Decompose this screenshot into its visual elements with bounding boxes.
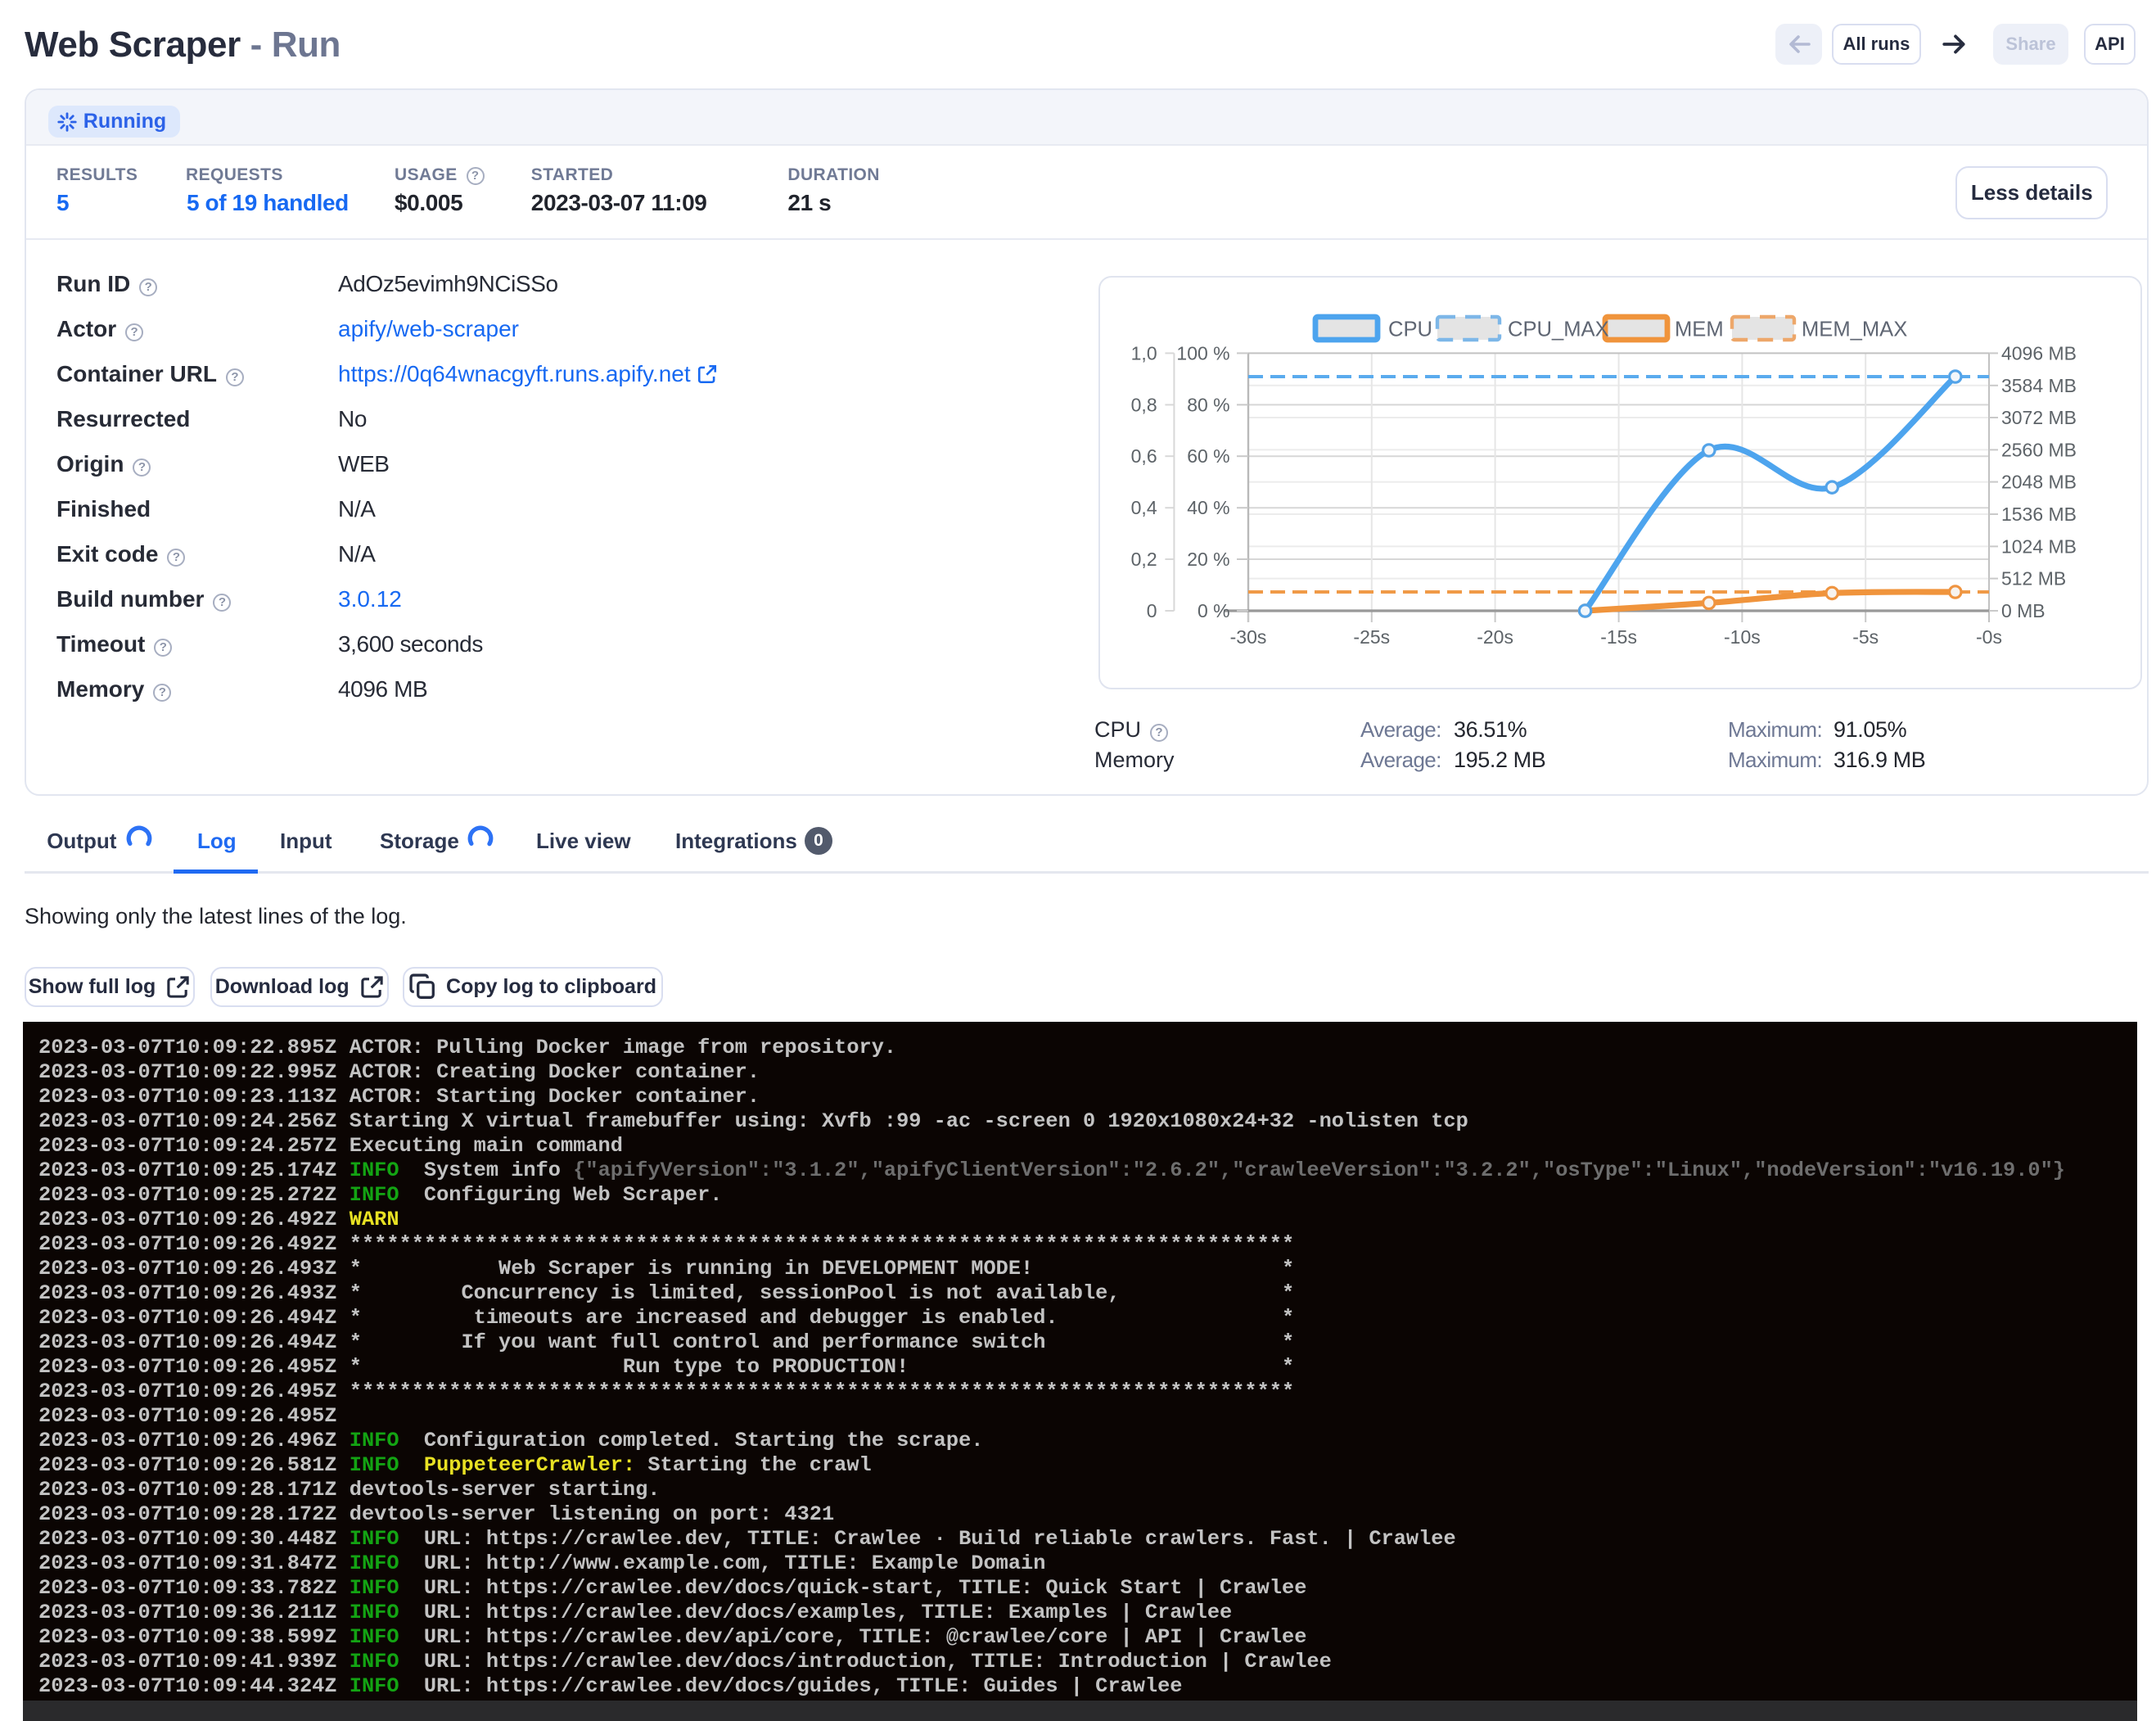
svg-text:CPU_MAX: CPU_MAX: [1508, 318, 1609, 341]
svg-text:-0s: -0s: [1976, 626, 2002, 648]
svg-text:-15s: -15s: [1600, 626, 1637, 648]
svg-text:2560 MB: 2560 MB: [2001, 439, 2077, 460]
svg-text:1024 MB: 1024 MB: [2001, 535, 2077, 557]
svg-text:100 %: 100 %: [1176, 342, 1229, 364]
svg-text:2048 MB: 2048 MB: [2001, 471, 2077, 492]
svg-text:-10s: -10s: [1724, 626, 1761, 648]
svg-text:60 %: 60 %: [1187, 445, 1229, 467]
svg-text:0,8: 0,8: [1131, 394, 1157, 415]
svg-text:1536 MB: 1536 MB: [2001, 504, 2077, 525]
svg-text:-25s: -25s: [1353, 626, 1390, 648]
svg-text:4096 MB: 4096 MB: [2001, 342, 2077, 364]
svg-text:3584 MB: 3584 MB: [2001, 374, 2077, 395]
svg-text:512 MB: 512 MB: [2001, 567, 2066, 589]
svg-text:0 %: 0 %: [1198, 600, 1230, 621]
svg-text:0,2: 0,2: [1131, 549, 1157, 570]
svg-text:-30s: -30s: [1230, 626, 1267, 648]
svg-text:0,6: 0,6: [1131, 445, 1157, 467]
svg-text:MEM_MAX: MEM_MAX: [1802, 318, 1907, 341]
svg-text:0: 0: [1147, 600, 1157, 621]
svg-text:1,0: 1,0: [1131, 342, 1157, 364]
svg-text:0 MB: 0 MB: [2001, 600, 2045, 621]
svg-text:40 %: 40 %: [1187, 497, 1229, 518]
svg-text:3072 MB: 3072 MB: [2001, 407, 2077, 428]
svg-text:CPU: CPU: [1388, 318, 1432, 341]
svg-text:0,4: 0,4: [1131, 497, 1157, 518]
svg-text:20 %: 20 %: [1187, 549, 1229, 570]
svg-text:-20s: -20s: [1477, 626, 1513, 648]
svg-text:-5s: -5s: [1852, 626, 1879, 648]
svg-text:80 %: 80 %: [1187, 394, 1229, 415]
svg-text:MEM: MEM: [1675, 318, 1724, 341]
